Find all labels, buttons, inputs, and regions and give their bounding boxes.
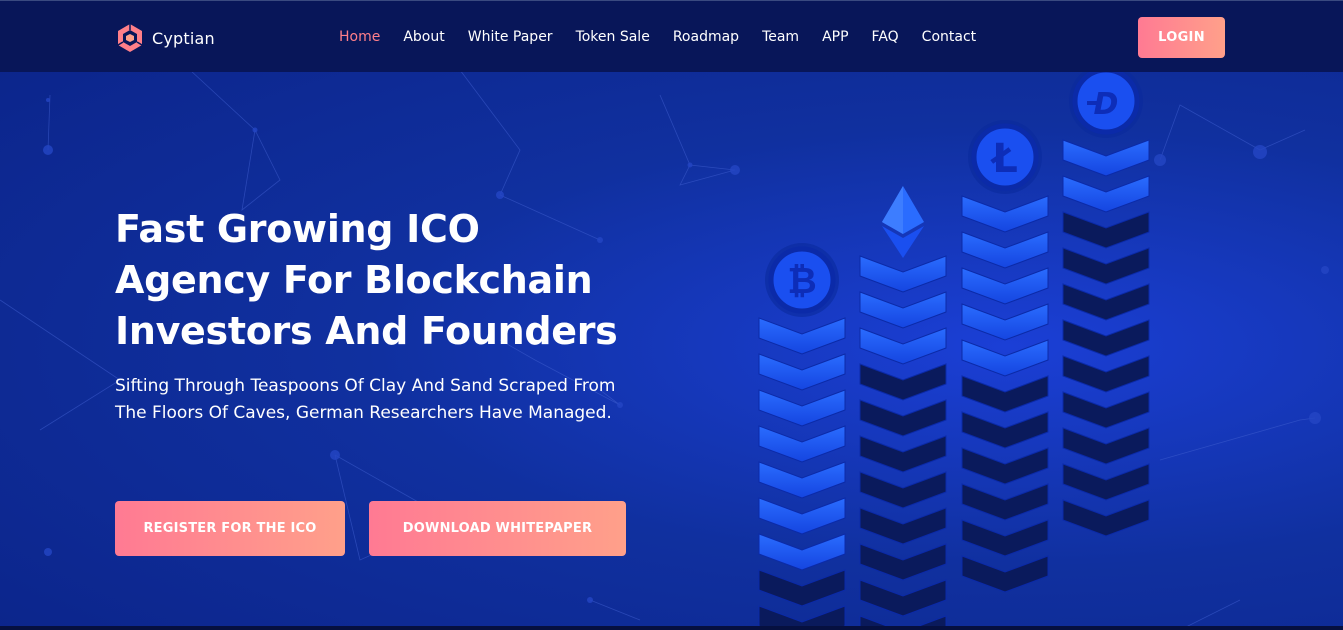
dash-icon: D [1069, 64, 1143, 138]
stack-chevron [961, 519, 1049, 557]
stack-chevron [758, 389, 846, 427]
register-ico-button[interactable]: REGISTER FOR THE ICO [115, 501, 345, 556]
stack-chevron [961, 339, 1049, 377]
svg-text:Ł: Ł [990, 136, 1018, 182]
stack-chevron [859, 291, 947, 329]
stack-chevron [1062, 139, 1150, 177]
stack-chevron [1062, 211, 1150, 249]
stack-chevron [758, 425, 846, 463]
stack-chevron [1062, 319, 1150, 357]
stack-chevron [859, 363, 947, 401]
brand-name: Cyptian [152, 28, 215, 48]
headline-line-3: Investors And Founders [115, 309, 618, 353]
stack-chevron [859, 507, 947, 545]
stack-chevron [961, 267, 1049, 305]
stack-chevron [961, 231, 1049, 269]
stacks-group [758, 139, 1150, 630]
nav-item-white-paper[interactable]: White Paper [468, 27, 553, 47]
stack-chevron [1062, 427, 1150, 465]
login-button[interactable]: LOGIN [1138, 17, 1225, 58]
download-whitepaper-button[interactable]: DOWNLOAD WHITEPAPER [369, 501, 626, 556]
stack-chevron [859, 435, 947, 473]
stack-chevron [1062, 499, 1150, 537]
headline-line-2: Agency For Blockchain [115, 258, 593, 302]
stack-chevron [1062, 463, 1150, 501]
stack-chevron [961, 483, 1049, 521]
stack-chevron [758, 461, 846, 499]
stack-chevron [961, 447, 1049, 485]
nav-item-faq[interactable]: FAQ [872, 27, 899, 47]
hero-subtext: Sifting Through Teaspoons Of Clay And Sa… [115, 376, 616, 423]
stack-chevron [961, 411, 1049, 449]
crypto-stacks-illustration: ₿ Ł D [758, 64, 1150, 630]
top-navbar: Cyptian Home About White Paper Token Sal… [0, 0, 1343, 72]
stack-chevron [859, 399, 947, 437]
nav-item-roadmap[interactable]: Roadmap [673, 27, 739, 47]
hexagon-logo-icon [117, 24, 143, 52]
stack-chevron [961, 303, 1049, 341]
stack-chevron [1062, 283, 1150, 321]
nav-item-token-sale[interactable]: Token Sale [576, 27, 650, 47]
bottom-strip [0, 626, 1343, 630]
stack-chevron [1062, 247, 1150, 285]
stack-chevron [961, 555, 1049, 593]
stack-chevron [758, 497, 846, 535]
stack-chevron [1062, 175, 1150, 213]
nav-item-team[interactable]: Team [762, 27, 799, 47]
stack-chevron [859, 543, 947, 581]
stack-chevron [1062, 355, 1150, 393]
headline-line-1: Fast Growing ICO [115, 207, 480, 251]
litecoin-icon: Ł [968, 120, 1042, 194]
brand-logo[interactable]: Cyptian [114, 23, 215, 53]
nav-item-contact[interactable]: Contact [922, 27, 976, 47]
stack-chevron [758, 317, 846, 355]
hero-headline: Fast Growing ICO Agency For Blockchain I… [115, 204, 715, 357]
main-nav: Home About White Paper Token Sale Roadma… [339, 27, 999, 47]
stack-chevron [1062, 391, 1150, 429]
stack-chevron [961, 375, 1049, 413]
nav-item-about[interactable]: About [403, 27, 444, 47]
svg-text:₿: ₿ [787, 261, 816, 302]
stack-chevron [859, 471, 947, 509]
nav-item-home[interactable]: Home [339, 27, 380, 47]
stack-chevron [961, 195, 1049, 233]
stack-chevron [758, 569, 846, 607]
stack-chevron [859, 327, 947, 365]
bitcoin-icon: ₿ [765, 243, 839, 317]
stack-chevron [859, 255, 947, 293]
stack-chevron [758, 353, 846, 391]
ethereum-icon [882, 186, 924, 258]
stack-chevron [758, 533, 846, 571]
nav-item-app[interactable]: APP [822, 27, 848, 47]
stack-chevron [859, 579, 947, 617]
